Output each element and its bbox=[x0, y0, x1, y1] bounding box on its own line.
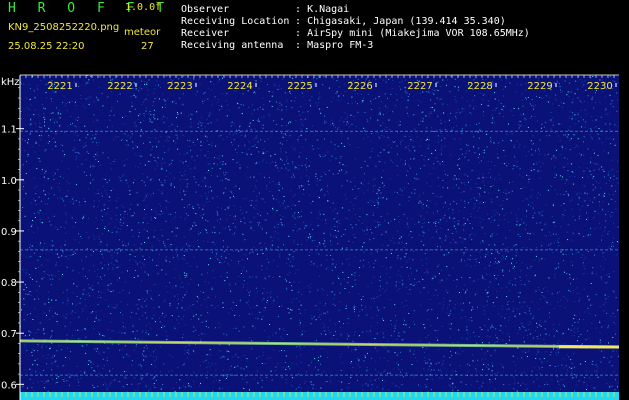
x-tick-label: 2223 bbox=[167, 81, 192, 92]
x-tick-label: 2230 bbox=[587, 81, 612, 92]
x-tick-label: 2222 bbox=[107, 81, 132, 92]
x-tick-label: 2226 bbox=[347, 81, 372, 92]
x-tick-label: 2221 bbox=[47, 81, 72, 92]
x-tick-label: 2229 bbox=[527, 81, 552, 92]
y-tick-label: 1.0 bbox=[1, 176, 17, 187]
y-tick-label: 0.8 bbox=[1, 278, 17, 289]
x-tick-label: 2224 bbox=[227, 81, 252, 92]
y-tick-label: 0.9 bbox=[1, 227, 17, 238]
y-tick-label: 0.6 bbox=[1, 380, 17, 391]
x-tick-label: 2228 bbox=[467, 81, 492, 92]
y-tick-label: 0.7 bbox=[1, 329, 17, 340]
x-tick-label: 2227 bbox=[407, 81, 432, 92]
spectrogram-chart: kHz 1.1 1.0 0.9 0.8 0.7 0.6 2221 2222 2223 2224 222… bbox=[1, 74, 620, 400]
y-axis-label: kHz bbox=[1, 77, 20, 88]
y-tick-label: 1.1 bbox=[1, 125, 17, 136]
x-tick-label: 2225 bbox=[287, 81, 312, 92]
